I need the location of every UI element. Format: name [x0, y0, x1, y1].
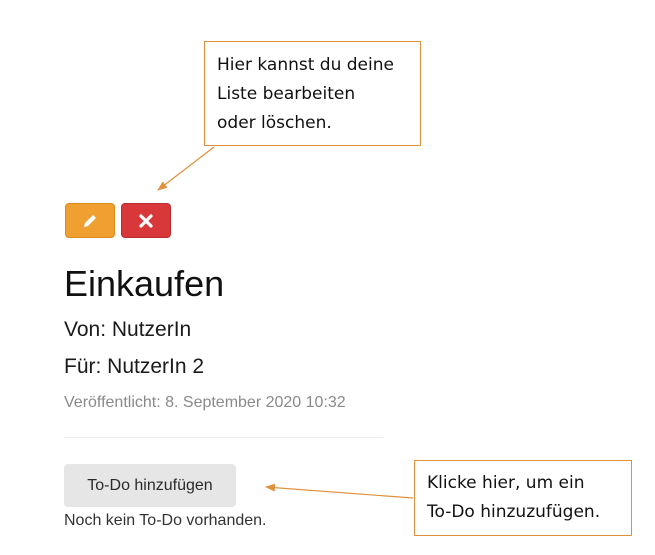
x-icon	[139, 213, 153, 228]
add-todo-arrow	[265, 483, 414, 499]
empty-todo-message: Noch kein To-Do vorhanden.	[64, 512, 267, 529]
list-recipient: Für: NutzerIn 2	[64, 355, 205, 378]
pencil-icon	[84, 214, 96, 227]
edit-list-button[interactable]	[65, 203, 115, 238]
published-date: Veröffentlicht: 8. September 2020 10:32	[64, 394, 346, 411]
add-todo-button[interactable]: To-Do hinzufügen	[64, 464, 236, 507]
edit-delete-hint-callout: Hier kannst du deine Liste bearbeiten od…	[204, 41, 421, 146]
add-todo-hint-callout: Klicke hier, um ein To-Do hinzuzufügen.	[414, 460, 632, 536]
list-title: Einkaufen	[64, 263, 225, 304]
delete-list-button[interactable]	[121, 203, 171, 238]
divider	[64, 437, 383, 438]
list-author: Von: NutzerIn	[64, 318, 192, 341]
edit-delete-arrow	[157, 146, 215, 191]
